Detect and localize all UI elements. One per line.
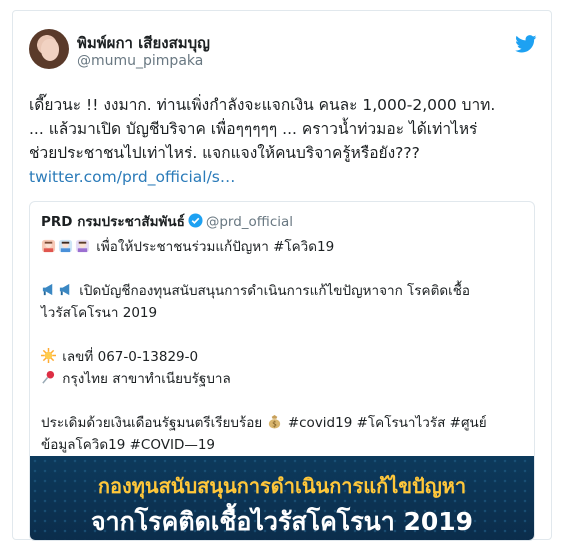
avatar-face bbox=[41, 39, 59, 61]
tweet-text-line: ช่วยประชาชนไปเท่าไหร่. แจกแจงให้คนบริจาค… bbox=[29, 144, 420, 162]
quoted-tweet-link[interactable]: twitter.com/prd_official/s… bbox=[29, 168, 235, 186]
quote-text: ไวรัสโคโรนา 2019 bbox=[41, 305, 158, 321]
attached-image-banner[interactable]: กองทุนสนับสนุนการดำเนินการแก้ไขปัญหา จาก… bbox=[30, 456, 534, 540]
people-emoji-icon bbox=[75, 239, 90, 253]
people-emoji-icon bbox=[58, 239, 73, 253]
quote-line: เลขที่ 067-0-13829-0 bbox=[41, 346, 529, 368]
quote-text: ประเดิมด้วยเงินเดือนรัฐมนตรีเรียบร้อย bbox=[41, 415, 263, 431]
verified-badge-icon bbox=[188, 213, 203, 228]
quoted-tweet-body: เพื่อให้ประชาชนร่วมแก้ปัญหา #โควิด19 เปิ… bbox=[41, 236, 529, 456]
people-emoji-icon bbox=[41, 239, 56, 253]
megaphone-emoji-icon bbox=[42, 283, 53, 296]
account-number: เลขที่ 067-0-13829-0 bbox=[62, 349, 199, 365]
megaphone-emoji-icon bbox=[59, 283, 70, 296]
hashtags[interactable]: #covid19 #โคโรนาไวรัส #ศูนย์ bbox=[288, 415, 487, 431]
money-bag-emoji-icon: $ bbox=[268, 414, 280, 429]
pushpin-emoji-icon bbox=[42, 370, 55, 384]
quoted-tweet-header: PRD กรมประชาสัมพันธ์ @prd_official bbox=[41, 210, 293, 232]
star-emoji-icon bbox=[41, 348, 56, 363]
twitter-bird-icon[interactable] bbox=[515, 35, 537, 53]
quoted-author-name: PRD กรมประชาสัมพันธ์ bbox=[41, 214, 185, 230]
hashtags[interactable]: ข้อมูลโควิด19 #COVID—19 bbox=[41, 434, 529, 456]
quote-line: ประเดิมด้วยเงินเดือนรัฐมนตรีเรียบร้อย $ … bbox=[41, 412, 529, 434]
quote-line: กรุงไทย สาขาทำเนียบรัฐบาล bbox=[41, 368, 529, 390]
svg-text:$: $ bbox=[272, 420, 277, 429]
quoted-author-handle: @prd_official bbox=[205, 214, 294, 230]
avatar[interactable] bbox=[29, 29, 69, 69]
banner-title: กองทุนสนับสนุนการดำเนินการแก้ไขปัญหา bbox=[97, 474, 467, 498]
quote-text: เปิดบัญชีกองทุนสนับสนุนการดำเนินการแก้ไข… bbox=[79, 283, 470, 299]
author-handle[interactable]: @mumu_pimpaka bbox=[77, 53, 203, 69]
quote-line: เปิดบัญชีกองทุนสนับสนุนการดำเนินการแก้ไข… bbox=[41, 280, 529, 302]
tweet-text-line: เดี๊ยวนะ !! งงมาก. ท่านเพิ่งกำลังจะแจกเง… bbox=[29, 96, 496, 114]
author-display-name[interactable]: พิมพ์ผกา เสียงสมบุญ bbox=[77, 31, 210, 55]
quote-line: เพื่อให้ประชาชนร่วมแก้ปัญหา #โควิด19 bbox=[41, 236, 529, 258]
tweet-text: เดี๊ยวนะ !! งงมาก. ท่านเพิ่งกำลังจะแจกเง… bbox=[29, 93, 549, 189]
tweet-text-line: ... แล้วมาเปิด บัญชีบริจาค เพื่อๆๆๆๆๆ ..… bbox=[29, 120, 478, 138]
quoted-tweet-card[interactable]: PRD กรมประชาสัมพันธ์ @prd_official เพื่อใ… bbox=[29, 201, 535, 541]
quote-text: เพื่อให้ประชาชนร่วมแก้ปัญหา #โควิด19 bbox=[96, 239, 335, 255]
banner-subtitle: จากโรคติดเชื้อไวรัสโคโรนา 2019 bbox=[90, 507, 474, 536]
bank-branch: กรุงไทย สาขาทำเนียบรัฐบาล bbox=[62, 371, 231, 387]
embedded-tweet-card: พิมพ์ผกา เสียงสมบุญ @mumu_pimpaka เดี๊ยว… bbox=[12, 10, 552, 541]
